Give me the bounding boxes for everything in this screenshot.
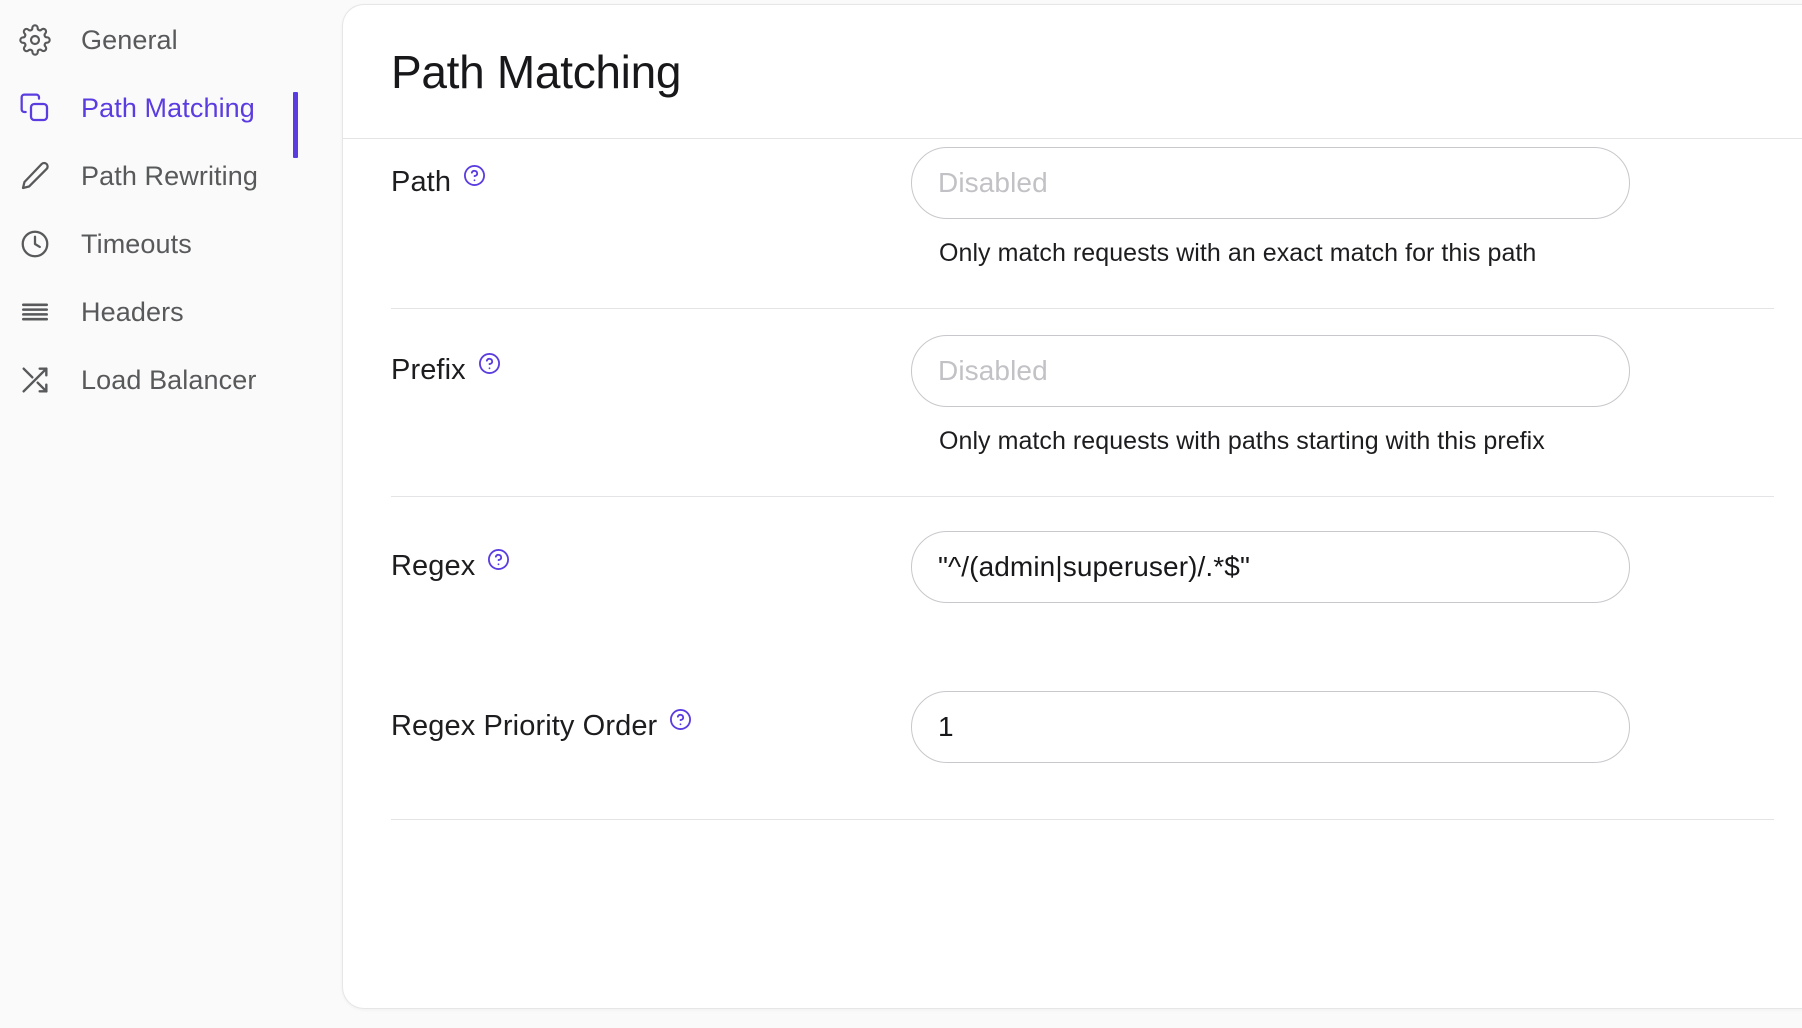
prefix-input[interactable]: [911, 335, 1630, 407]
row-divider: [391, 496, 1774, 497]
input-column: Only match requests with an exact match …: [911, 139, 1774, 268]
settings-sidebar: General Path Matching Path Rewriting Tim…: [0, 0, 342, 1028]
path-matching-panel: Path Matching Path Only: [342, 4, 1802, 1009]
shuffle-icon: [18, 363, 52, 397]
panel-body: Path Only match requests with an exact m…: [343, 139, 1802, 820]
clock-icon: [18, 227, 52, 261]
panel-header: Path Matching: [343, 5, 1802, 139]
sidebar-item-timeouts[interactable]: Timeouts: [0, 210, 342, 278]
main-content-area: Path Matching Path Only: [342, 0, 1802, 1028]
list-lines-icon: [18, 295, 52, 329]
form-row-prefix: Prefix Only match requests with paths st…: [391, 327, 1774, 456]
row-divider: [391, 819, 1774, 820]
question-circle-icon[interactable]: [478, 352, 501, 375]
form-row-regex: Regex: [391, 523, 1774, 603]
path-helper-text: Only match requests with an exact match …: [939, 239, 1774, 268]
sidebar-item-path-matching[interactable]: Path Matching: [0, 74, 342, 142]
label-column: Prefix: [391, 327, 911, 387]
regex-priority-order-label: Regex Priority Order: [391, 710, 657, 743]
sidebar-item-label: Path Matching: [81, 93, 255, 124]
label-column: Path: [391, 139, 911, 199]
sidebar-item-label: Load Balancer: [81, 365, 256, 396]
path-input[interactable]: [911, 147, 1630, 219]
question-circle-icon[interactable]: [487, 548, 510, 571]
sidebar-item-headers[interactable]: Headers: [0, 278, 342, 346]
pencil-icon: [18, 159, 52, 193]
sidebar-item-label: General: [81, 25, 178, 56]
question-circle-icon[interactable]: [669, 708, 692, 731]
input-column: [911, 683, 1774, 763]
copy-icon: [18, 91, 52, 125]
form-row-path: Path Only match requests with an exact m…: [391, 139, 1774, 268]
form-row-regex-priority-order: Regex Priority Order: [391, 683, 1774, 763]
label-column: Regex: [391, 523, 911, 583]
regex-label: Regex: [391, 550, 475, 583]
prefix-helper-text: Only match requests with paths starting …: [939, 427, 1774, 456]
row-divider: [391, 308, 1774, 309]
sidebar-item-load-balancer[interactable]: Load Balancer: [0, 346, 342, 414]
question-circle-icon[interactable]: [463, 164, 486, 187]
path-label: Path: [391, 166, 451, 199]
prefix-label: Prefix: [391, 354, 466, 387]
gear-icon: [18, 23, 52, 57]
sidebar-item-label: Path Rewriting: [81, 161, 258, 192]
page-title: Path Matching: [391, 45, 681, 99]
label-column: Regex Priority Order: [391, 683, 911, 743]
input-column: Only match requests with paths starting …: [911, 327, 1774, 456]
sidebar-item-label: Headers: [81, 297, 184, 328]
input-column: [911, 523, 1774, 603]
sidebar-item-label: Timeouts: [81, 229, 192, 260]
regex-priority-order-input[interactable]: [911, 691, 1630, 763]
sidebar-item-general[interactable]: General: [0, 6, 342, 74]
sidebar-item-path-rewriting[interactable]: Path Rewriting: [0, 142, 342, 210]
regex-input[interactable]: [911, 531, 1630, 603]
